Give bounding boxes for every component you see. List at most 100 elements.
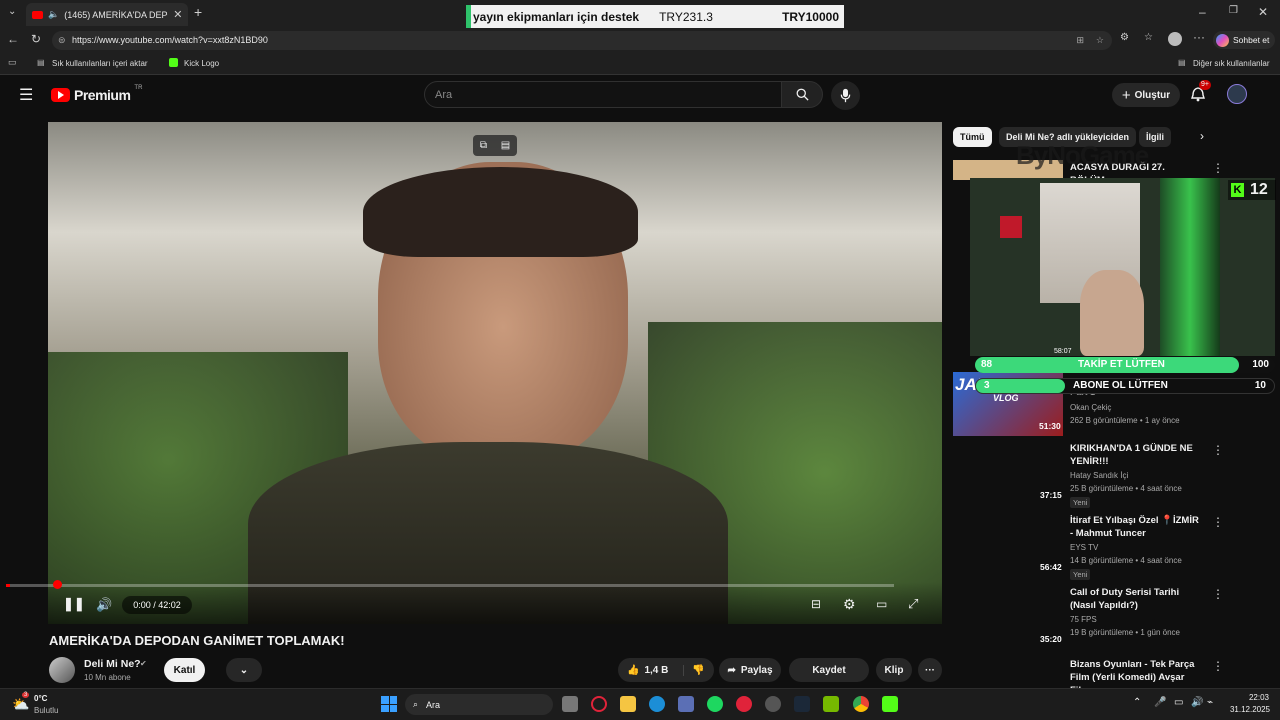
profile-avatar[interactable] bbox=[1168, 32, 1182, 46]
rec-menu-icon-3[interactable]: ⋮ bbox=[1212, 443, 1224, 457]
tray-overflow-icon[interactable]: ⌃ bbox=[1133, 697, 1141, 708]
create-button[interactable]: + Oluştur bbox=[1112, 83, 1180, 107]
theater-mode-icon[interactable]: ▭ bbox=[876, 597, 887, 611]
edge-icon[interactable] bbox=[649, 696, 665, 712]
pause-icon[interactable]: ❚❚ bbox=[63, 596, 85, 612]
reading-view-icon[interactable]: ▭ bbox=[8, 57, 17, 68]
rec-title-5[interactable]: Call of Duty Serisi Tarihi (Nasıl Yapıld… bbox=[1070, 586, 1200, 612]
network-icon[interactable]: ▭ bbox=[1174, 697, 1183, 708]
more-actions-button[interactable]: ··· bbox=[918, 658, 942, 682]
clip-button[interactable]: Klip bbox=[876, 658, 912, 682]
account-avatar[interactable] bbox=[1227, 84, 1247, 104]
minimize-icon[interactable]: – bbox=[1199, 5, 1206, 19]
kick-app-icon[interactable] bbox=[882, 696, 898, 712]
chevron-right-icon[interactable]: › bbox=[1200, 129, 1204, 143]
plus-icon: + bbox=[1121, 86, 1131, 104]
site-info-icon[interactable]: ⊜ bbox=[58, 31, 66, 50]
weather-temp: 0°C bbox=[34, 694, 48, 703]
rec-channel-4[interactable]: EYS TV bbox=[1070, 543, 1098, 552]
thumb-sub: VLOG bbox=[993, 393, 1019, 403]
restore-icon[interactable]: ❐ bbox=[1229, 5, 1238, 16]
rec-duration-4: 56:42 bbox=[1040, 562, 1062, 572]
tray-mic-icon[interactable]: 🎤 bbox=[1154, 697, 1166, 708]
rec-menu-icon-6[interactable]: ⋮ bbox=[1212, 659, 1224, 673]
copilot-chat-button[interactable]: Sohbet et bbox=[1213, 31, 1275, 49]
opera-icon[interactable] bbox=[736, 696, 752, 712]
video-player[interactable]: ⧉ ▤ bbox=[48, 122, 942, 624]
clock-time[interactable]: 22:03 bbox=[1229, 693, 1269, 702]
thumbs-up-icon[interactable]: 👍 bbox=[627, 665, 639, 676]
miniplayer-icon[interactable]: ⧉ bbox=[480, 140, 487, 151]
channel-name[interactable]: Deli Mi Ne? bbox=[84, 658, 141, 670]
rec-channel-3[interactable]: Hatay Sandık İçi bbox=[1070, 471, 1128, 480]
subscriber-count: 10 Mn abone bbox=[84, 673, 131, 682]
close-window-icon[interactable]: ✕ bbox=[1258, 5, 1268, 19]
progress-bar[interactable] bbox=[6, 584, 894, 587]
address-bar[interactable]: ⊜ https://www.youtube.com/watch?v=xxt8zN… bbox=[52, 31, 1112, 50]
rec-duration-5: 35:20 bbox=[1040, 634, 1062, 644]
rec-channel-5[interactable]: 75 FPS bbox=[1070, 615, 1097, 624]
tray-volume-icon[interactable]: 🔊 bbox=[1191, 697, 1203, 708]
reload-icon[interactable]: ↻ bbox=[31, 32, 41, 46]
rec-channel-2[interactable]: Okan Çekiç bbox=[1070, 403, 1111, 412]
steam-icon[interactable] bbox=[794, 696, 810, 712]
rec-title-4[interactable]: İtiraf Et Yılbaşı Özel 📍İZMİR - Mahmut T… bbox=[1070, 514, 1200, 540]
chrome-icon[interactable] bbox=[853, 696, 869, 712]
opera-gx-icon[interactable] bbox=[591, 696, 607, 712]
sub-current: 3 bbox=[984, 380, 990, 391]
like-dislike-group: 👍 1,4 B 👎 bbox=[618, 658, 714, 682]
thumbs-down-icon[interactable]: 👎 bbox=[683, 664, 705, 676]
follow-goal-bar: 88 TAKİP ET LÜTFEN 100 bbox=[975, 357, 1275, 373]
start-windows-icon[interactable] bbox=[381, 696, 397, 712]
nvidia-icon[interactable] bbox=[823, 696, 839, 712]
file-explorer-icon[interactable] bbox=[620, 696, 636, 712]
search-input[interactable]: Ara bbox=[424, 81, 782, 108]
bookmark-other[interactable]: Diğer sık kullanılanlar bbox=[1193, 59, 1269, 68]
favorites-icon[interactable]: ☆ bbox=[1144, 32, 1153, 43]
scrubber-handle[interactable] bbox=[53, 580, 62, 589]
channel-avatar[interactable] bbox=[49, 657, 75, 683]
subtitles-icon[interactable]: ⊟ bbox=[811, 597, 821, 611]
browser-tab-youtube[interactable]: 🔈 (1465) AMERİKA'DA DEPODAN ✕ bbox=[26, 3, 188, 26]
chip-all[interactable]: Tümü bbox=[953, 127, 992, 147]
obs-icon[interactable] bbox=[765, 696, 781, 712]
app-available-icon[interactable]: ⊞ bbox=[1076, 31, 1084, 50]
bookmark-kick[interactable]: Kick Logo bbox=[184, 59, 219, 68]
rec-title-3[interactable]: KIRIKHAN'DA 1 GÜNDE NE YENİR!!! bbox=[1070, 442, 1200, 468]
fullscreen-icon[interactable]: ⤢ bbox=[908, 596, 918, 612]
store-icon[interactable] bbox=[678, 696, 694, 712]
notes-icon[interactable]: ▤ bbox=[501, 140, 510, 151]
task-view-icon[interactable] bbox=[562, 696, 578, 712]
extensions-icon[interactable]: ⚙ bbox=[1120, 32, 1129, 43]
rec-menu-icon-5[interactable]: ⋮ bbox=[1212, 587, 1224, 601]
search-button[interactable] bbox=[781, 81, 823, 108]
bookmark-import[interactable]: Sık kullanılanları içeri aktar bbox=[52, 59, 148, 68]
new-tab-icon[interactable]: + bbox=[194, 4, 202, 20]
volume-icon[interactable]: 🔊 bbox=[96, 597, 112, 613]
spotify-icon[interactable] bbox=[707, 696, 723, 712]
hamburger-menu-icon[interactable]: ☰ bbox=[19, 85, 33, 105]
rec-menu-icon-1[interactable]: ⋮ bbox=[1212, 161, 1224, 175]
taskbar-search[interactable]: ⌕ Ara bbox=[405, 694, 553, 715]
join-button[interactable]: Katıl bbox=[164, 658, 205, 682]
battery-icon[interactable]: ⌁ bbox=[1207, 697, 1213, 708]
back-icon[interactable]: ← bbox=[7, 32, 19, 46]
voice-search-button[interactable] bbox=[831, 81, 860, 110]
close-tab-icon[interactable]: ✕ bbox=[173, 8, 182, 21]
share-button[interactable]: ➦ Paylaş bbox=[719, 658, 781, 682]
like-count[interactable]: 1,4 B bbox=[644, 665, 668, 676]
tab-actions-icon[interactable]: ⌄ bbox=[8, 6, 16, 17]
more-menu-icon[interactable]: ··· bbox=[1193, 30, 1205, 44]
time-display: 0:00 / 42:02 bbox=[122, 596, 192, 614]
weather-icon[interactable]: ⛅ bbox=[12, 696, 29, 713]
progress-fill bbox=[6, 584, 11, 587]
settings-gear-icon[interactable]: ⚙ bbox=[843, 596, 856, 613]
subscribe-menu-button[interactable]: ⌄ bbox=[226, 658, 262, 682]
kick-viewer-counter: K 12 bbox=[1228, 180, 1276, 200]
save-button[interactable]: Kaydet bbox=[789, 658, 869, 682]
clock-date[interactable]: 31.12.2025 bbox=[1226, 705, 1270, 714]
notifications-button[interactable]: 9+ bbox=[1190, 80, 1211, 102]
rec-menu-icon-4[interactable]: ⋮ bbox=[1212, 515, 1224, 529]
favorite-star-icon[interactable]: ☆ bbox=[1096, 31, 1104, 50]
youtube-logo[interactable]: Premium TR bbox=[51, 85, 142, 103]
